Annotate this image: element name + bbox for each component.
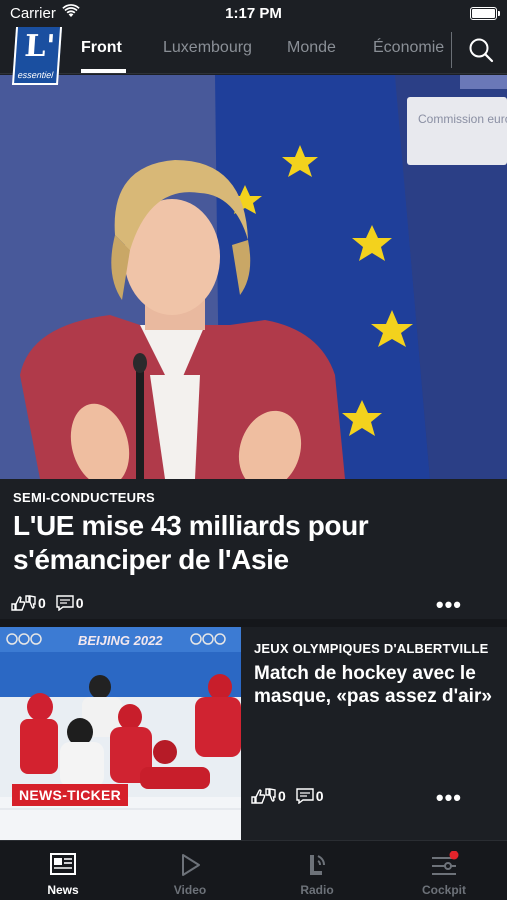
- article-title[interactable]: Match de hockey avec le masque, «pas ass…: [254, 662, 499, 708]
- article-thumbnail[interactable]: BEIJING 2022 NEWS-TICKER: [0, 627, 241, 840]
- tabbar-cockpit[interactable]: Cockpit: [381, 841, 507, 900]
- news-icon: [50, 853, 76, 875]
- hero-image-sign-text: Commission européenne: [418, 112, 507, 126]
- nav-divider: [451, 32, 452, 68]
- article-reactions: 0 0: [250, 787, 324, 805]
- article-comment-count: 0: [315, 788, 324, 804]
- hero-more-button[interactable]: •••: [436, 592, 462, 618]
- battery-icon: [470, 7, 500, 20]
- tab-economie[interactable]: Économie: [373, 39, 444, 57]
- top-nav: L' essentiel Front Luxembourg Monde Écon…: [0, 27, 507, 85]
- logo-subtitle: essentiel: [17, 70, 54, 80]
- hero-article[interactable]: SEMI-CONDUCTEURS L'UE mise 43 milliards …: [0, 479, 507, 619]
- hero-headline[interactable]: L'UE mise 43 milliards pour s'émanciper …: [13, 509, 493, 577]
- hero-photo: Commission européenne: [0, 75, 507, 479]
- hockey-photo: BEIJING 2022: [0, 627, 241, 840]
- tabbar-cockpit-label: Cockpit: [421, 883, 466, 897]
- tabbar-news-label: News: [47, 883, 79, 897]
- cockpit-icon: [432, 851, 459, 875]
- like-dislike-icon[interactable]: [250, 787, 276, 805]
- clock: 1:17 PM: [225, 5, 282, 22]
- status-bar: Carrier 1:17 PM: [0, 0, 507, 28]
- play-icon: [182, 854, 200, 876]
- beijing-banner: BEIJING 2022: [78, 633, 163, 648]
- radio-icon: [310, 855, 325, 875]
- tab-luxembourg[interactable]: Luxembourg: [163, 39, 252, 57]
- tabbar-radio-label: Radio: [300, 883, 334, 897]
- section-tabs: Front Luxembourg Monde Économie: [68, 28, 444, 74]
- like-dislike-icon[interactable]: [10, 594, 36, 612]
- hero-like-count: 0: [38, 595, 46, 611]
- hero-kicker: SEMI-CONDUCTEURS: [13, 490, 156, 505]
- logo-letter: L': [23, 29, 57, 64]
- list-separator: [0, 619, 507, 627]
- article-kicker: JEUX OLYMPIQUES D'ALBERTVILLE: [254, 641, 489, 656]
- tabbar-video[interactable]: Video: [127, 841, 253, 900]
- comment-icon[interactable]: [296, 788, 314, 804]
- search-icon[interactable]: [468, 37, 494, 63]
- tab-monde[interactable]: Monde: [287, 39, 336, 57]
- bottom-tab-bar: News Video Radio Cockpit: [0, 840, 507, 900]
- article-like-count: 0: [278, 788, 286, 804]
- comment-icon[interactable]: [56, 595, 74, 611]
- hero-comment-count: 0: [75, 595, 84, 611]
- tabbar-radio[interactable]: Radio: [254, 841, 380, 900]
- hero-image[interactable]: Commission européenne: [0, 75, 507, 479]
- hero-reactions: 0 0: [10, 594, 84, 612]
- brand-logo[interactable]: L' essentiel: [11, 27, 63, 85]
- tab-front[interactable]: Front: [81, 39, 122, 57]
- active-tab-indicator: [81, 69, 126, 73]
- tabbar-news[interactable]: News: [0, 841, 126, 900]
- article-card[interactable]: BEIJING 2022 NEWS-TICKER JEUX OLYMPIQUES…: [0, 627, 507, 840]
- tabbar-video-label: Video: [173, 883, 207, 897]
- news-ticker-badge: NEWS-TICKER: [12, 784, 129, 806]
- article-more-button[interactable]: •••: [436, 785, 462, 811]
